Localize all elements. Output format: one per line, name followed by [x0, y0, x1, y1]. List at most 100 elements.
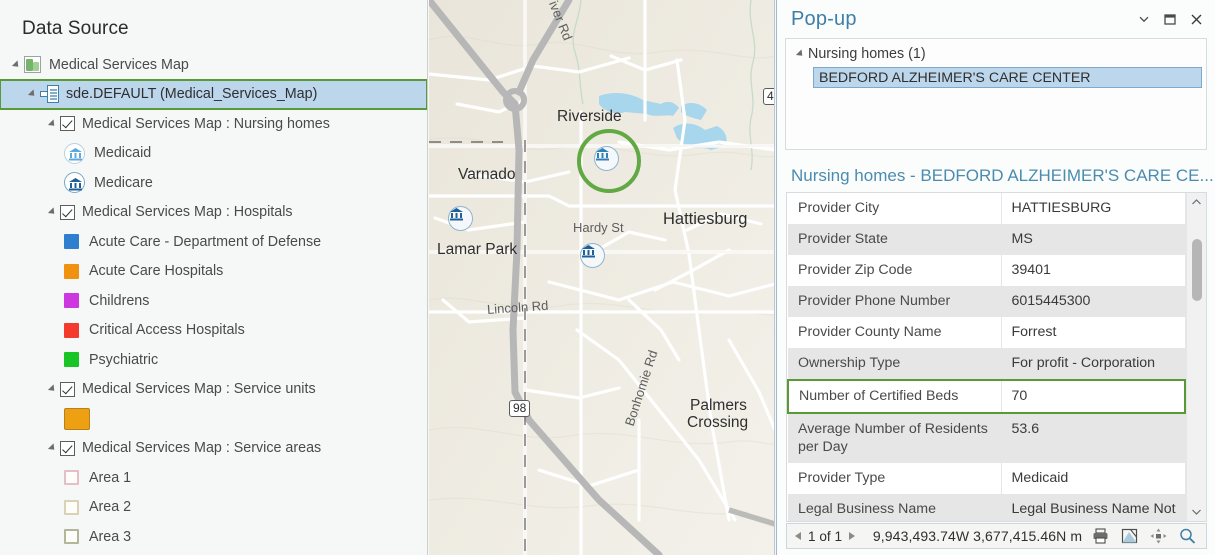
symbol-swatch [64, 263, 79, 279]
map-point-selected-nursing-home[interactable] [594, 146, 619, 171]
scroll-up-arrow-icon[interactable] [1187, 193, 1206, 211]
feature-list[interactable]: Nursing homes (1) BEDFORD ALZHEIMER'S CA… [785, 38, 1207, 150]
menu-chevron-down-icon[interactable] [1131, 6, 1157, 32]
zoom-to-feature-icon[interactable] [1121, 528, 1138, 544]
attribute-row[interactable]: Number of Certified Beds 70 [787, 379, 1186, 414]
layer-visibility-checkbox[interactable] [60, 381, 75, 397]
tree-item-label: Area 1 [89, 469, 132, 486]
attribute-field-name: Ownership Type [788, 348, 1002, 380]
pan-to-feature-icon[interactable] [1150, 528, 1167, 544]
attribute-row[interactable]: Provider Type Medicaid [788, 463, 1186, 494]
tree-item-label: Medical Services Map : Service units [82, 381, 316, 398]
tree-item-lyr-hospitals[interactable]: Medical Services Map : Hospitals [0, 198, 427, 228]
tree-item-lyr-service-units[interactable]: Medical Services Map : Service units [0, 375, 427, 405]
expander-icon[interactable] [44, 204, 60, 220]
attribute-field-name: Average Number of Residents per Day [788, 413, 1002, 463]
attribute-row[interactable]: Provider City HATTIESBURG [788, 193, 1186, 224]
expander-icon[interactable] [44, 381, 60, 397]
attribute-table-container: Provider City HATTIESBURG Provider State MS… [786, 192, 1207, 522]
highway-shield: 98 [509, 400, 531, 417]
attribute-field-value: 6015445300 [1001, 286, 1186, 317]
expander-icon[interactable] [792, 46, 808, 62]
previous-record-icon[interactable] [795, 532, 801, 540]
tree-item-lyr-nursing[interactable]: Medical Services Map : Nursing homes [0, 109, 427, 139]
tree-item-sde-default[interactable]: sde.DEFAULT (Medical_Services_Map) [0, 78, 427, 110]
data-source-tree[interactable]: Medical Services Map sde.DEFAULT (Medical… [0, 50, 427, 552]
symbol-swatch [64, 470, 79, 486]
tree-item-sym-acute-dod[interactable]: Acute Care - Department of Defense [0, 227, 427, 257]
attribute-row[interactable]: Provider Zip Code 39401 [788, 255, 1186, 286]
attribute-field-value: Forrest [1001, 317, 1186, 348]
tree-item-sym-acute[interactable]: Acute Care Hospitals [0, 257, 427, 287]
tree-item-sym-childrens[interactable]: Childrens [0, 286, 427, 316]
attribute-row[interactable]: Provider Phone Number 6015445300 [788, 286, 1186, 317]
attribute-field-value: 39401 [1001, 255, 1186, 286]
symbol-swatch [64, 407, 90, 430]
expander-icon[interactable] [44, 116, 60, 132]
symbol-swatch [64, 499, 79, 515]
symbol-swatch [64, 322, 79, 338]
record-navigator[interactable]: 1 of 1 [787, 529, 863, 544]
map-thumbnail-icon [24, 56, 41, 74]
attribute-field-name: Provider County Name [788, 317, 1002, 348]
attribute-field-name: Legal Business Name [788, 494, 1002, 521]
attribute-row[interactable]: Average Number of Residents per Day 53.6 [788, 413, 1186, 463]
tree-item-sym-psych[interactable]: Psychiatric [0, 345, 427, 375]
attribute-field-name: Provider City [788, 193, 1002, 224]
tree-item-label: Acute Care - Department of Defense [89, 233, 322, 250]
symbol-swatch [64, 234, 79, 250]
tree-item-label: Acute Care Hospitals [89, 263, 224, 280]
tree-item-label: Area 2 [89, 499, 132, 516]
coordinate-readout: 9,943,493.74W 3,677,415.46N m [872, 528, 1083, 544]
attribute-row[interactable]: Provider State MS [788, 224, 1186, 255]
tree-item-sym-medicare[interactable]: Medicare [0, 168, 427, 198]
tree-item-sym-medicaid[interactable]: Medicaid [0, 139, 427, 169]
symbol-bank-icon [64, 142, 85, 164]
expander-icon[interactable] [44, 440, 60, 456]
feature-group-label: Nursing homes (1) [808, 46, 926, 62]
expander-icon[interactable] [8, 57, 24, 73]
tree-item-sym-area-1[interactable]: Area 1 [0, 463, 427, 493]
layer-visibility-checkbox[interactable] [60, 116, 75, 132]
attribute-field-value: 53.6 [1001, 413, 1186, 463]
magnifier-icon[interactable] [1179, 528, 1196, 544]
tree-item-label: Medical Services Map : Nursing homes [82, 115, 330, 132]
map-view[interactable]: Riverside Varnado Lamar Park Hattiesburg Pal… [429, 0, 775, 555]
restore-window-icon[interactable] [1157, 6, 1183, 32]
next-record-icon[interactable] [849, 532, 856, 540]
feature-list-item-selected[interactable]: BEDFORD ALZHEIMER'S CARE CENTER [813, 67, 1202, 88]
print-icon[interactable] [1092, 528, 1109, 544]
expander-icon[interactable] [24, 86, 40, 102]
feature-group-row[interactable]: Nursing homes (1) [786, 43, 1206, 65]
attribute-table-scrollbar[interactable] [1186, 193, 1206, 521]
map-point-nursing-home-lamar[interactable] [448, 206, 473, 231]
close-window-icon[interactable] [1183, 6, 1209, 32]
tree-item-sym-area-3[interactable]: Area 3 [0, 522, 427, 552]
attribute-field-value: For profit - Corporation [1001, 348, 1186, 380]
tree-item-label: Medicare [94, 174, 153, 191]
geodatabase-icon [40, 85, 59, 104]
status-bar-icons [1092, 528, 1206, 544]
tree-item-label: Childrens [89, 292, 150, 309]
tree-item-sym-service-unit[interactable] [0, 404, 427, 434]
popup-title: Pop-up [791, 7, 857, 30]
map-point-nursing-home-hardy[interactable] [580, 243, 605, 268]
tree-item-lyr-service-areas[interactable]: Medical Services Map : Service areas [0, 434, 427, 464]
scroll-down-arrow-icon[interactable] [1187, 503, 1206, 521]
layer-visibility-checkbox[interactable] [60, 440, 75, 456]
attribute-row[interactable]: Provider County Name Forrest [788, 317, 1186, 348]
tree-item-label: Medicaid [94, 145, 152, 162]
symbol-swatch [64, 293, 79, 309]
attribute-row[interactable]: Legal Business Name Legal Business Name N… [788, 494, 1186, 521]
tree-item-sym-area-2[interactable]: Area 2 [0, 493, 427, 523]
attribute-field-name: Provider Zip Code [788, 255, 1002, 286]
layer-visibility-checkbox[interactable] [60, 204, 75, 220]
tree-item-map-root[interactable]: Medical Services Map [0, 50, 427, 80]
scrollbar-thumb[interactable] [1192, 239, 1202, 301]
attribute-row[interactable]: Ownership Type For profit - Corporation [788, 348, 1186, 380]
attribute-field-name: Provider Phone Number [788, 286, 1002, 317]
tree-item-label: Psychiatric [89, 351, 159, 368]
popup-section-header: Nursing homes - BEDFORD ALZHEIMER'S CARE… [791, 166, 1214, 185]
tree-item-sym-critical[interactable]: Critical Access Hospitals [0, 316, 427, 346]
tree-item-label: sde.DEFAULT (Medical_Services_Map) [66, 86, 318, 103]
